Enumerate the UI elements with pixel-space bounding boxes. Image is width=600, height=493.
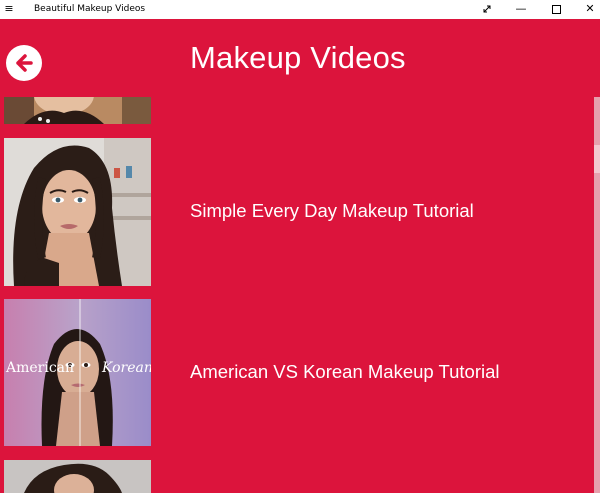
minimize-icon: — <box>515 2 527 15</box>
minimize-button[interactable]: — <box>504 0 538 19</box>
video-title[interactable]: Simple Every Day Makeup Tutorial <box>190 200 474 222</box>
thumb-label-american: American <box>5 360 74 376</box>
hamburger-icon[interactable]: ≡ <box>2 0 16 19</box>
page-title: Makeup Videos <box>190 40 406 75</box>
video-title[interactable]: American VS Korean Makeup Tutorial <box>190 361 500 383</box>
back-arrow-icon <box>16 54 33 72</box>
maximize-icon <box>551 5 561 14</box>
maximize-button[interactable] <box>539 0 573 19</box>
thumb-label-korean: Korean <box>101 360 151 376</box>
expand-icon[interactable] <box>470 0 504 19</box>
video-thumbnail[interactable] <box>4 138 151 286</box>
close-button[interactable]: ✕ <box>573 0 600 19</box>
video-list[interactable]: Simple Every Day Makeup Tutorial America… <box>0 97 594 493</box>
back-button[interactable] <box>6 45 42 81</box>
video-thumbnail[interactable]: American Korean <box>4 299 151 446</box>
window-title: Beautiful Makeup Videos <box>34 4 146 14</box>
scrollbar-thumb[interactable] <box>594 145 600 173</box>
scrollbar[interactable] <box>594 97 600 493</box>
video-thumbnail[interactable] <box>4 460 151 493</box>
video-thumbnail[interactable] <box>4 97 151 124</box>
close-icon: ✕ <box>585 2 595 15</box>
window-titlebar: ≡ Beautiful Makeup Videos — ✕ <box>0 0 600 19</box>
